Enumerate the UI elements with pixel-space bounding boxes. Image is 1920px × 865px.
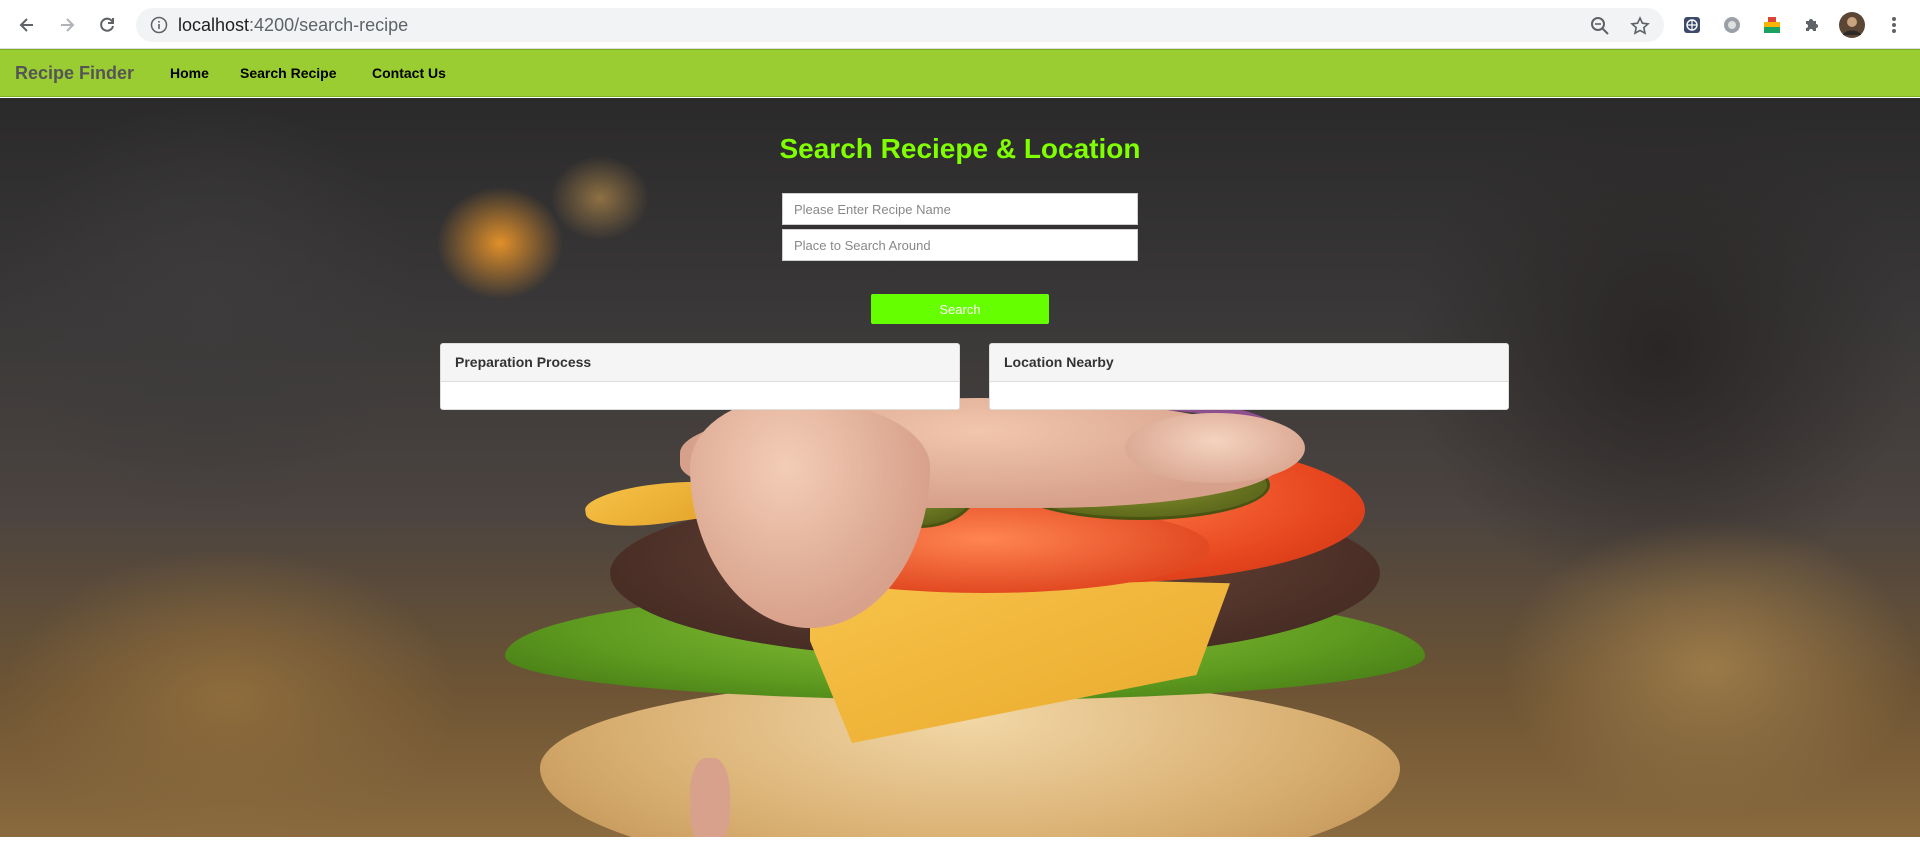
panel-heading: Preparation Process xyxy=(441,344,959,382)
back-icon[interactable] xyxy=(12,10,42,40)
browser-toolbar: localhost:4200/search-recipe xyxy=(0,0,1920,49)
panel-heading: Location Nearby xyxy=(990,344,1508,382)
nav-contact-us[interactable]: Contact Us xyxy=(372,65,446,81)
search-button[interactable]: Search xyxy=(871,294,1049,324)
extension-flag-icon[interactable] xyxy=(1760,13,1784,37)
address-bar[interactable]: localhost:4200/search-recipe xyxy=(136,8,1664,42)
zoom-icon[interactable] xyxy=(1590,16,1610,36)
nav-home[interactable]: Home xyxy=(170,65,209,81)
reload-icon[interactable] xyxy=(92,10,122,40)
profile-avatar[interactable] xyxy=(1838,11,1866,39)
extension-globe-icon[interactable] xyxy=(1680,13,1704,37)
location-nearby-panel: Location Nearby xyxy=(989,343,1509,410)
extension-gray-icon[interactable] xyxy=(1720,13,1744,37)
menu-dots-icon[interactable] xyxy=(1882,13,1906,37)
nav-search-recipe[interactable]: Search Recipe xyxy=(240,65,337,81)
panel-body xyxy=(990,382,1508,409)
forward-icon[interactable] xyxy=(52,10,82,40)
brand-logo[interactable]: Recipe Finder xyxy=(15,63,134,84)
extensions-puzzle-icon[interactable] xyxy=(1800,13,1824,37)
page-title: Search Reciepe & Location xyxy=(779,133,1141,164)
recipe-name-input[interactable] xyxy=(782,193,1138,225)
navbar: Recipe Finder Home Search Recipe Contact… xyxy=(0,49,1920,97)
bookmark-star-icon[interactable] xyxy=(1630,16,1650,36)
place-search-input[interactable] xyxy=(782,229,1138,261)
panel-body xyxy=(441,382,959,409)
url-text: localhost:4200/search-recipe xyxy=(178,15,409,35)
preparation-process-panel: Preparation Process xyxy=(440,343,960,410)
info-icon[interactable] xyxy=(150,16,168,34)
